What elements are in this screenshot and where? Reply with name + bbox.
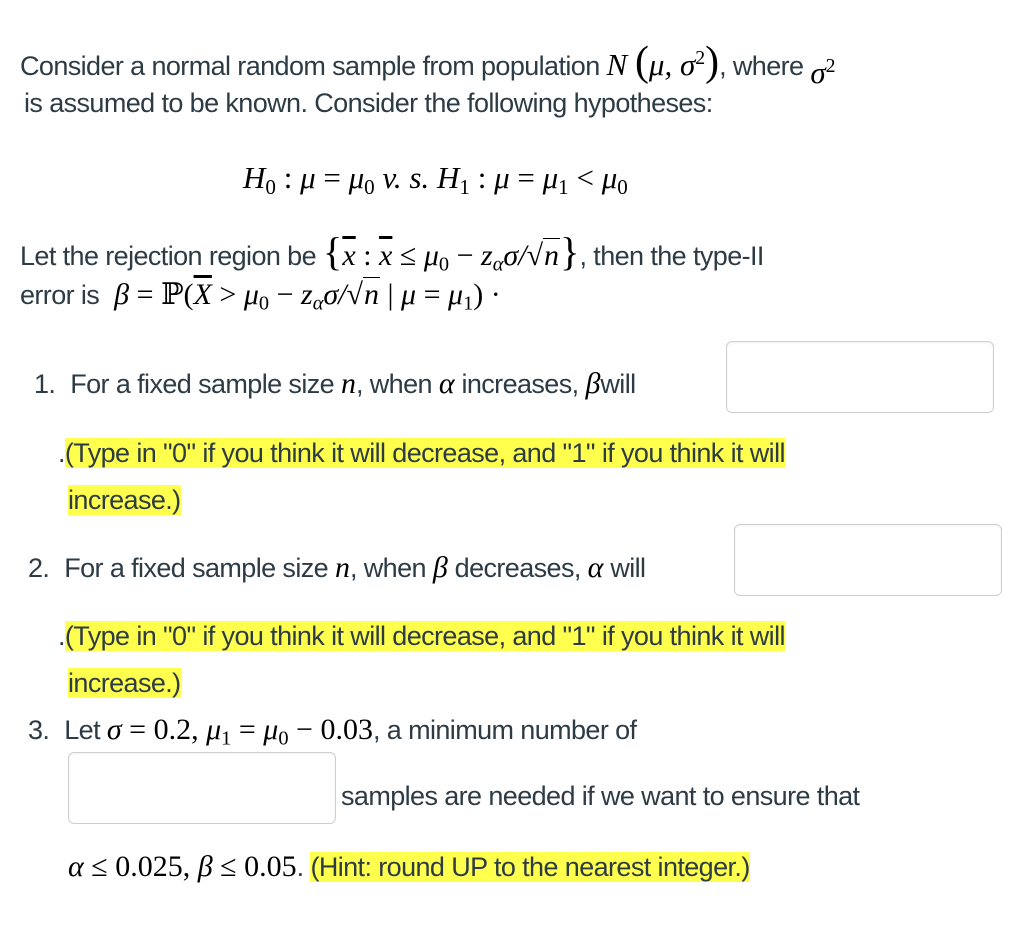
hint-2-line-1: .(Type in "0" if you think it will decre… [58,621,785,652]
rejection-region-formula: {x : x ≤ μ0 − zασ/√n} [322,229,580,276]
hint-dot: . [58,438,65,468]
question-text: increases, [461,369,579,399]
question-text: , when [355,369,433,399]
question-3: 3. Let σ = 0.2, μ1 = μ0 − 0.03, a minimu… [28,713,637,751]
question-text: will [610,553,646,583]
question-2: 2. For a fixed sample size n, when β dec… [28,551,646,585]
rejection-prefix: Let the rejection region be [20,241,317,271]
var-n: n [334,551,350,584]
hint-text: (Type in "0" if you think it will decrea… [64,621,785,651]
hint-2-line-2: increase.) [68,668,181,699]
var-beta: β [585,367,601,400]
answer-input-3[interactable] [68,752,336,824]
answer-input-1[interactable] [726,341,994,413]
var-alpha: α [587,551,604,584]
question-number: 2. [28,553,50,583]
distribution-formula: N (μ, σ2) [606,39,720,85]
question-3-formula: σ = 0.2, μ1 = μ0 − 0.03 [106,713,373,750]
constraint-formula: α ≤ 0.025, β ≤ 0.05 [68,850,297,883]
var-beta: β [432,551,448,584]
var-n: n [340,367,356,400]
where-text: , where [719,51,804,81]
question-text: Let [64,715,100,745]
hint-1-line-1: .(Type in "0" if you think it will decre… [58,438,785,469]
question-text: will [600,369,636,399]
beta-formula: β = ℙ(X > μ0 − zασ/√n | μ = μ1) · [114,277,501,315]
hint-text: (Type in "0" if you think it will decrea… [64,438,785,468]
question-number: 3. [28,715,50,745]
intro-line-1: Consider a normal random sample from pop… [20,38,836,90]
question-text: , a minimum number of [372,715,637,745]
sigma-squared: σ2 [810,55,836,90]
intro-line-2: is assumed to be known. Consider the fol… [24,88,713,118]
var-alpha: α [438,367,455,400]
question-text: For a fixed sample size [70,369,335,399]
hypotheses-equation: H0 : μ = μ0 v. s. H1 : μ = μ1 < μ0 [243,160,628,199]
hint-text: increase.) [68,485,181,515]
beta-prefix: error is [20,280,100,310]
intro-text: Consider a normal random sample from pop… [20,51,600,81]
rejection-suffix: , then the type-II [579,241,764,271]
rejection-region-line: Let the rejection region be {x : x ≤ μ0 … [20,228,764,277]
beta-definition-line: error is β = ℙ(X > μ0 − zασ/√n | μ = μ1)… [20,277,501,316]
question-text: For a fixed sample size [64,553,329,583]
hint-text: increase.) [68,668,181,698]
dot: . [296,852,304,882]
question-3-continuation: samples are needed if we want to ensure … [341,781,860,811]
question-1: 1. For a fixed sample size n, when α inc… [34,367,636,401]
answer-input-2[interactable] [734,524,1002,596]
question-3-constraints: α ≤ 0.025, β ≤ 0.05. (Hint: round UP to … [68,850,750,884]
hint-text: (Hint: round UP to the nearest integer.) [310,852,750,882]
question-number: 1. [34,369,56,399]
hint-dot: . [58,621,65,651]
question-text: , when [349,553,427,583]
question-text: decreases, [454,553,582,583]
hint-1-line-2: increase.) [68,485,181,516]
